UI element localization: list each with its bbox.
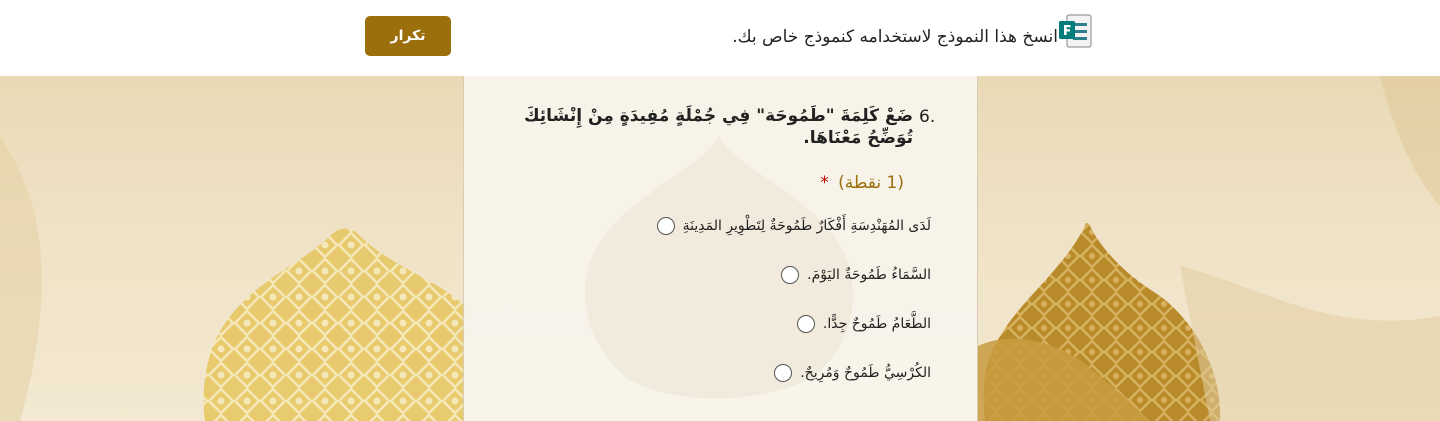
question-title: ضَعْ كَلِمَةَ "طَمُوحَة" فِي جُمْلَةٍ مُ…: [523, 106, 913, 148]
option-label: لَدَى المُهَنْدِسَةِ أَفْكَارٌ طَمُوحَةٌ…: [682, 218, 931, 234]
copy-form-text: انسخ هذا النموذج لاستخدامه كنموذج خاص بك…: [732, 27, 1058, 47]
top-bar: تكرار انسخ هذا النموذج لاستخدامه كنموذج …: [0, 0, 1440, 76]
radio-button[interactable]: [781, 266, 800, 284]
answer-option[interactable]: الطَّعَامُ طَمُوحٌ جِدًّا.: [796, 312, 931, 336]
option-label: الكُرْسِيُّ طَمُوحٌ وَمُرِيحٌ.: [800, 365, 931, 381]
question-points: (1 نقطة) *: [820, 173, 904, 193]
repeat-button[interactable]: تكرار: [365, 16, 451, 56]
points-label: (1 نقطة): [838, 173, 904, 193]
required-mark: *: [820, 173, 829, 193]
option-label: الطَّعَامُ طَمُوحٌ جِدًّا.: [822, 316, 931, 332]
answer-option[interactable]: لَدَى المُهَنْدِسَةِ أَفْكَارٌ طَمُوحَةٌ…: [656, 214, 931, 238]
microsoft-forms-icon: [1059, 14, 1092, 48]
radio-button[interactable]: [774, 364, 793, 382]
answer-option[interactable]: الكُرْسِيُّ طَمُوحٌ وَمُرِيحٌ.: [774, 361, 931, 385]
question-card: 6. ضَعْ كَلِمَةَ "طَمُوحَة" فِي جُمْلَةٍ…: [463, 76, 978, 421]
radio-button[interactable]: [656, 217, 675, 235]
radio-button[interactable]: [796, 315, 815, 333]
option-label: السَّمَاءُ طَمُوحَةٌ اليَوْمَ.: [807, 267, 931, 283]
question-number: 6.: [919, 107, 936, 127]
answer-option[interactable]: السَّمَاءُ طَمُوحَةٌ اليَوْمَ.: [781, 263, 931, 287]
